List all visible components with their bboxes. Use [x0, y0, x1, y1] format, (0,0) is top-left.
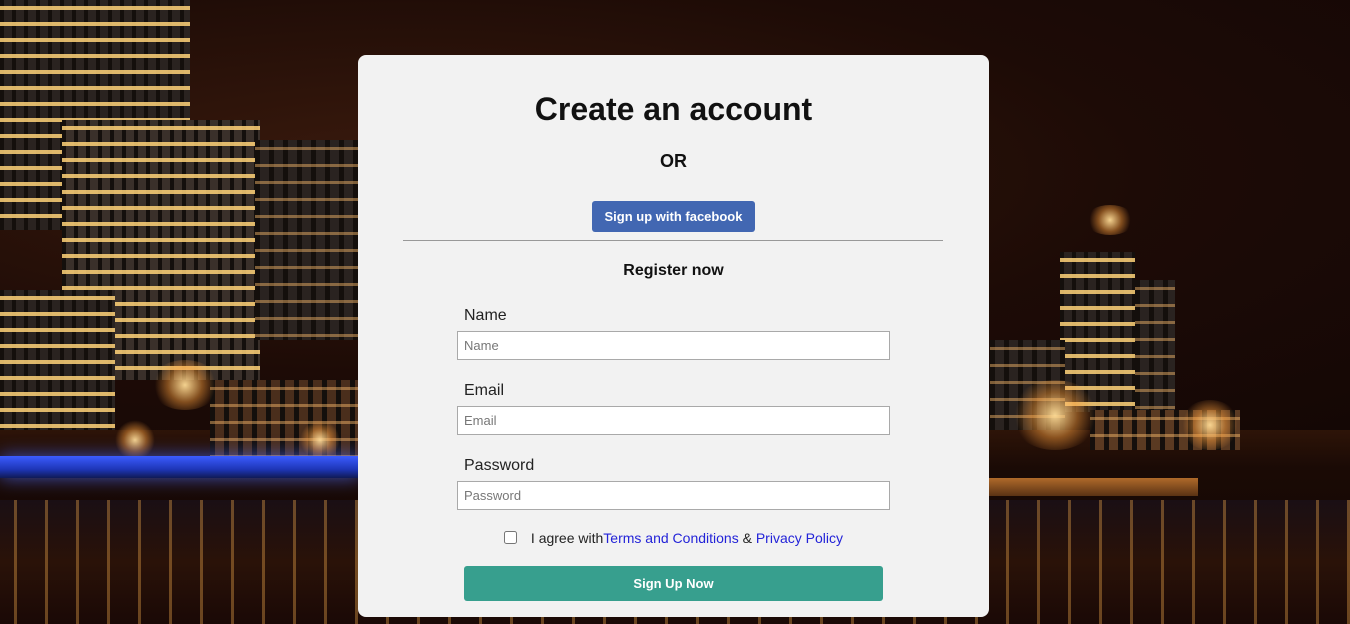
street-light: [1085, 205, 1135, 235]
street-light: [1180, 400, 1240, 450]
ampersand-text: &: [742, 530, 752, 546]
street-light: [150, 360, 220, 410]
facebook-signup-button[interactable]: Sign up with facebook: [592, 201, 755, 232]
agree-text: I agree with: [530, 530, 604, 546]
password-input[interactable]: [457, 481, 890, 510]
page-title: Create an account: [534, 91, 813, 127]
name-label: Name: [464, 307, 507, 324]
building: [1135, 280, 1175, 410]
building: [255, 140, 358, 340]
building: [0, 290, 115, 430]
signup-card: Create an account OR Sign up with facebo…: [358, 55, 989, 617]
bridge: [988, 478, 1198, 496]
blue-lit-bridge: [0, 456, 360, 478]
divider: [403, 240, 943, 241]
terms-link[interactable]: Terms and Conditions: [603, 530, 738, 546]
or-separator: OR: [660, 151, 687, 171]
terms-agreement: I agree withTerms and Conditions & Priva…: [358, 530, 989, 546]
street-light: [115, 420, 155, 460]
email-input[interactable]: [457, 406, 890, 435]
email-label: Email: [464, 382, 505, 399]
street-light: [1010, 380, 1100, 450]
register-heading: Register now: [623, 262, 724, 279]
agree-checkbox[interactable]: [504, 531, 518, 544]
street-light: [300, 420, 340, 460]
name-input[interactable]: [457, 331, 890, 360]
privacy-link[interactable]: Privacy Policy: [756, 530, 843, 546]
password-label: Password: [464, 457, 535, 474]
sign-up-button[interactable]: Sign Up Now: [464, 566, 883, 601]
